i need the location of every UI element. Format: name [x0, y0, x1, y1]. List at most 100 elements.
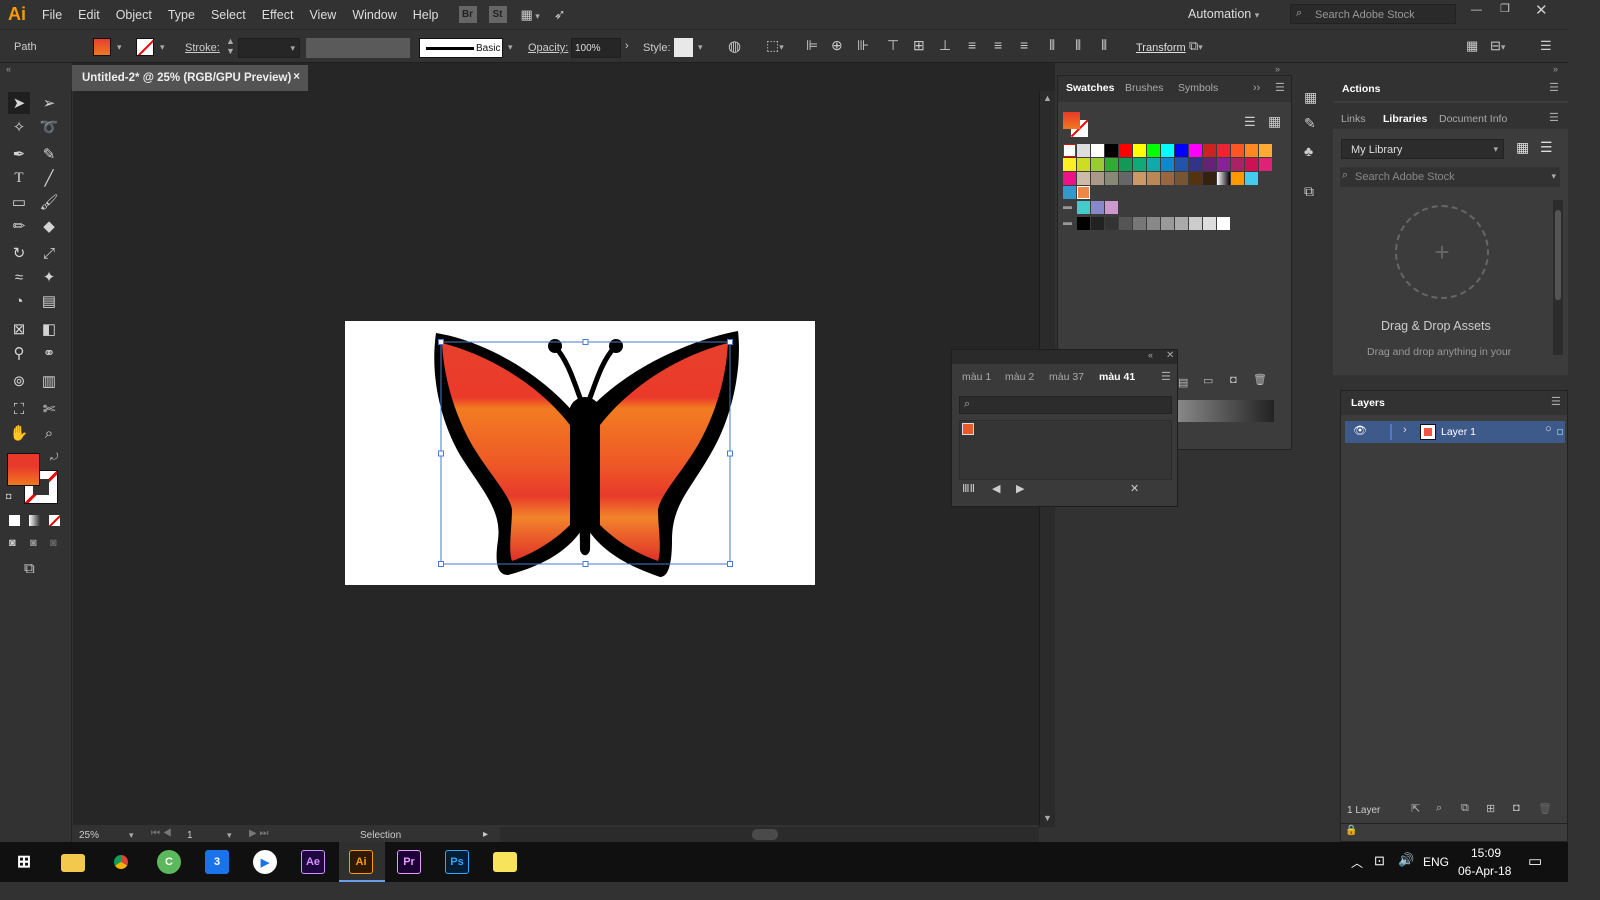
align-top-icon[interactable]: ⊤: [887, 37, 899, 54]
tab-mau-41[interactable]: màu 41: [1099, 371, 1135, 383]
layer-row[interactable]: 👁 › Layer 1 ○: [1345, 421, 1565, 443]
menu-type[interactable]: Type: [160, 8, 203, 22]
curvature-tool-icon[interactable]: ✎: [38, 143, 60, 165]
windows-start-icon[interactable]: ⊞: [12, 850, 36, 874]
minimize-button[interactable]: —: [1471, 4, 1482, 16]
chevron-down-icon[interactable]: ▾: [508, 42, 513, 53]
rectangle-tool-icon[interactable]: ▭: [8, 191, 30, 213]
file-explorer-icon[interactable]: [61, 854, 85, 872]
clipping-mask-icon[interactable]: ⧉: [1461, 802, 1469, 815]
tab-actions[interactable]: Actions: [1342, 83, 1381, 95]
align-right-icon[interactable]: ⊪: [857, 37, 869, 54]
gradient-mode-icon[interactable]: [29, 515, 40, 526]
eraser-tool-icon[interactable]: ◆: [38, 215, 60, 237]
first-artboard-icon[interactable]: ⏮ ◀: [151, 828, 172, 839]
lock-icon[interactable]: 🔒: [1345, 825, 1357, 836]
gpu-performance-icon[interactable]: ➶: [554, 6, 566, 23]
lasso-tool-icon[interactable]: ➰: [38, 116, 60, 138]
chevron-down-icon[interactable]: ▾: [117, 42, 122, 53]
distribute-top-icon[interactable]: ≡: [968, 37, 976, 53]
width-tool-icon[interactable]: ≈: [8, 266, 30, 288]
stroke-swatch-control[interactable]: [136, 38, 154, 56]
color-group-1[interactable]: ▬: [1063, 201, 1118, 214]
close-icon[interactable]: ✕: [1166, 350, 1174, 361]
grid-view-icon[interactable]: ▦: [1268, 113, 1281, 130]
none-mode-icon[interactable]: [49, 515, 60, 526]
shape-builder-tool-icon[interactable]: ◔: [8, 290, 30, 312]
tab-symbols[interactable]: Symbols: [1178, 82, 1218, 94]
export-icon[interactable]: ⇱: [1411, 802, 1420, 815]
float-search-input[interactable]: ⌕: [959, 396, 1172, 414]
graphic-style-swatch[interactable]: [674, 38, 693, 57]
zoom-tool-icon[interactable]: ⌕: [38, 422, 60, 444]
panel-menu-icon[interactable]: ☰: [1551, 395, 1561, 408]
transform-button[interactable]: Transform: [1136, 42, 1186, 54]
pen-tool-icon[interactable]: ✒: [8, 143, 30, 165]
type-tool-icon[interactable]: T: [8, 167, 30, 189]
tab-document-info[interactable]: Document Info: [1439, 113, 1507, 125]
default-colors-icon[interactable]: ◘: [6, 491, 11, 501]
align-vcenter-icon[interactable]: ⊞: [913, 37, 925, 54]
close-tab-icon[interactable]: ×: [293, 71, 300, 83]
delete-layer-icon[interactable]: 🗑: [1538, 802, 1552, 815]
new-swatch-icon[interactable]: ◘: [1230, 374, 1237, 386]
library-scrollbar[interactable]: [1553, 200, 1563, 355]
horizontal-scroll-thumb[interactable]: [752, 829, 778, 840]
tab-mau-1[interactable]: màu 1: [962, 371, 991, 383]
swatch-item[interactable]: [962, 423, 974, 435]
menu-file[interactable]: File: [34, 8, 70, 22]
chrome-icon[interactable]: [109, 850, 133, 874]
tab-mau-2[interactable]: màu 2: [1005, 371, 1034, 383]
paintbrush-tool-icon[interactable]: 🖌: [38, 191, 60, 213]
menu-effect[interactable]: Effect: [254, 8, 302, 22]
slice-tool-icon[interactable]: ✄: [38, 398, 60, 420]
tab-links[interactable]: Links: [1341, 113, 1366, 125]
opacity-label[interactable]: Opacity:: [528, 42, 568, 54]
distribute-hcenter-icon[interactable]: ⦀: [1075, 37, 1081, 54]
delete-swatch-icon[interactable]: 🗑: [1253, 373, 1267, 386]
coccoc-icon[interactable]: C: [157, 850, 181, 874]
direct-selection-tool-icon[interactable]: ➢: [38, 92, 60, 114]
align-bottom-icon[interactable]: ⊥: [939, 37, 951, 54]
folder-icon[interactable]: ▭: [1203, 374, 1213, 387]
chevron-down-icon[interactable]: ▾: [698, 42, 703, 53]
magic-wand-tool-icon[interactable]: ✧: [8, 116, 30, 138]
draw-inside-icon[interactable]: ◙: [50, 537, 57, 549]
menu-object[interactable]: Object: [108, 8, 160, 22]
align-hcenter-icon[interactable]: ⊕: [831, 37, 843, 54]
network-icon[interactable]: ⊡: [1374, 853, 1385, 869]
distribute-right-icon[interactable]: ⦀: [1101, 37, 1107, 54]
isolate-object-icon[interactable]: ⧉▾: [1189, 38, 1203, 54]
library-select[interactable]: My Library ▾: [1341, 139, 1504, 159]
symbols-panel-icon[interactable]: ♣: [1304, 143, 1313, 159]
selection-indicator[interactable]: [1557, 429, 1563, 435]
stock-search[interactable]: ⌕ Search Adobe Stock: [1290, 4, 1456, 24]
collapse-icon[interactable]: «: [1148, 350, 1153, 360]
selection-tool-icon[interactable]: ➤: [8, 92, 30, 114]
close-window-button[interactable]: ✕: [1535, 1, 1548, 19]
volume-icon[interactable]: 🔊: [1398, 852, 1414, 868]
artboard-number[interactable]: 1: [187, 830, 193, 841]
previous-library-icon[interactable]: ◀: [992, 482, 1000, 495]
collapse-panels-icon[interactable]: »: [1275, 64, 1280, 74]
menu-view[interactable]: View: [301, 8, 344, 22]
horizontal-scrollbar[interactable]: [500, 827, 1039, 842]
target-icon[interactable]: ○: [1545, 423, 1552, 435]
scale-tool-icon[interactable]: ⤢: [38, 242, 60, 264]
swatch-fill-preview[interactable]: [1063, 112, 1080, 129]
chevron-down-icon[interactable]: ▾: [160, 42, 165, 53]
opacity-field[interactable]: 100%: [571, 38, 621, 58]
rotate-tool-icon[interactable]: ↻: [8, 242, 30, 264]
menu-edit[interactable]: Edit: [70, 8, 108, 22]
chevron-right-icon[interactable]: ›: [625, 40, 629, 52]
panel-menu-icon[interactable]: ☰: [1549, 111, 1559, 124]
blend-tool-icon[interactable]: ⚭: [38, 342, 60, 364]
media-player-icon[interactable]: ▶: [253, 850, 277, 874]
arrange-documents-icon[interactable]: ▦ ▾: [521, 7, 540, 23]
grid-view-icon[interactable]: ▦: [1516, 139, 1529, 156]
illustrator-icon[interactable]: Ai: [349, 850, 373, 874]
mesh-tool-icon[interactable]: ⊠: [8, 318, 30, 340]
menu-help[interactable]: Help: [405, 8, 447, 22]
color-mode-icon[interactable]: [9, 515, 20, 526]
stock-button[interactable]: St: [488, 6, 507, 23]
